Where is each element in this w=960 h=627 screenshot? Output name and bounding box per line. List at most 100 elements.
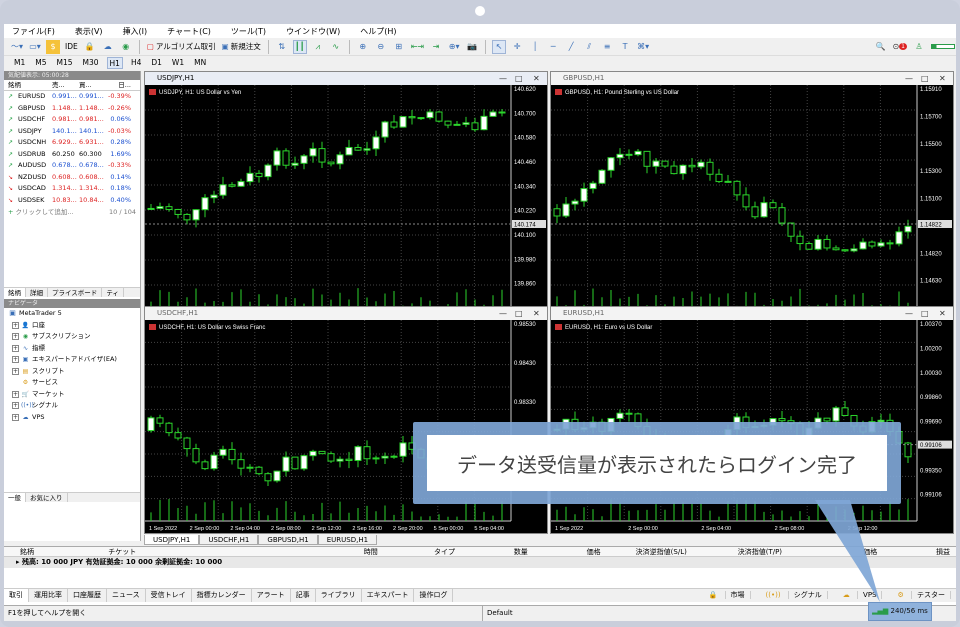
chart-titlebar[interactable]: USDCHF,H1 — [145, 307, 547, 320]
maximize-icon[interactable]: □ — [515, 307, 523, 320]
menu-item[interactable]: ファイル(F) — [12, 26, 55, 37]
expand-icon[interactable]: + — [12, 333, 19, 341]
menu-item[interactable]: チャート(C) — [167, 26, 211, 37]
screenshot-icon[interactable]: 📷 — [465, 40, 479, 54]
chart-tab[interactable]: USDJPY,H1 — [144, 535, 200, 545]
ide-button[interactable]: IDE — [64, 40, 79, 54]
maximize-icon[interactable]: □ — [921, 307, 929, 320]
toolbox-right-tester[interactable]: ⚙ テスター — [887, 589, 956, 602]
toolbox-right-vps[interactable]: ☁ VPS — [833, 589, 888, 602]
mw-tab[interactable]: プライスボード — [48, 288, 103, 297]
toolbox-tab[interactable]: 指標カレンダー — [192, 589, 252, 602]
mw-tab[interactable]: 銘柄 — [4, 288, 26, 297]
grid-icon[interactable]: ⊞ — [392, 40, 406, 54]
trendline-icon[interactable]: ╱ — [564, 40, 578, 54]
close-icon[interactable]: ✕ — [533, 307, 540, 320]
nav-item[interactable]: + ∿ 指標 — [4, 343, 140, 355]
expand-icon[interactable]: + — [12, 402, 19, 410]
vertical-line-icon[interactable]: │ — [528, 40, 542, 54]
toolbox-col[interactable]: 価格 — [788, 547, 883, 556]
timeframe-m5[interactable]: M5 — [33, 57, 48, 69]
minimize-icon[interactable]: — — [499, 72, 507, 85]
cursor-icon[interactable]: ↖ — [492, 39, 507, 54]
nav-item[interactable]: ⚙ サービス — [4, 377, 140, 389]
expand-icon[interactable]: + — [12, 321, 19, 329]
chart-window-gbpusd[interactable]: GBPUSD,H1— □ ✕ GBPUSD, H1: Pound Sterling v… — [550, 71, 954, 323]
menu-item[interactable]: ツール(T) — [231, 26, 266, 37]
timeframe-m30[interactable]: M30 — [81, 57, 101, 69]
chart-titlebar[interactable]: USDJPY,H1 — [145, 72, 547, 85]
nav-item[interactable]: + 👤 口座 — [4, 320, 140, 332]
zoom-out-icon[interactable]: ⊖ — [374, 40, 388, 54]
col-ask[interactable]: 買... — [79, 80, 106, 90]
market-watch-row[interactable]: ↘ NZDUSD 0.608... 0.608... 0.14% — [4, 172, 140, 184]
add-symbol-row[interactable]: + クリックして追加... 10 / 104 — [4, 206, 140, 218]
notification-icon[interactable]: ⊙ 1 — [891, 40, 908, 54]
nav-tab[interactable]: お気に入り — [26, 493, 68, 502]
toolbox-tab[interactable]: 受信トレイ — [146, 589, 192, 602]
profile-name[interactable]: Default — [482, 606, 513, 621]
col-bid[interactable]: 売... — [52, 80, 79, 90]
market-watch-row[interactable]: ↗ USDRUB 60.250 60.300 1.69% — [4, 149, 140, 161]
toolbox-col[interactable]: 時間 — [239, 547, 384, 556]
bar-chart-icon[interactable]: ┃┃ — [292, 39, 307, 54]
shift-icon[interactable]: ⇥ — [429, 40, 443, 54]
chart-tab[interactable]: EURUSD,H1 — [317, 535, 378, 545]
fibonacci-icon[interactable]: ≡ — [600, 40, 614, 54]
toolbox-tab[interactable]: 操作ログ — [414, 589, 454, 602]
dollar-icon[interactable]: $ — [46, 39, 61, 54]
candle-icon[interactable]: ⩘ — [311, 40, 325, 54]
market-watch-row[interactable]: ↗ GBPUSD 1.148... 1.148... -0.26% — [4, 103, 140, 115]
lock-icon[interactable]: 🔒 — [83, 40, 97, 54]
mw-tab[interactable]: 詳細 — [26, 288, 48, 297]
chart-tab[interactable]: GBPUSD,H1 — [258, 535, 318, 545]
nav-item[interactable]: + ▣ エキスパートアドバイザ(EA) — [4, 354, 140, 366]
add-symbol-label[interactable]: + クリックして追加... — [8, 206, 74, 218]
zoom-in-icon[interactable]: ⊕ — [356, 40, 370, 54]
toolbox-col[interactable]: 決済逆指値(S/L) — [607, 547, 693, 556]
expand-icon[interactable]: + — [12, 413, 19, 421]
market-watch-row[interactable]: ↘ USDSEK 10.83... 10.84... 0.40% — [4, 195, 140, 207]
market-watch-row[interactable]: ↘ USDCAD 1.314... 1.314... 0.18% — [4, 183, 140, 195]
close-icon[interactable]: ✕ — [533, 72, 540, 85]
crosshair-icon[interactable]: ✛ — [510, 40, 524, 54]
toolbox-tab[interactable]: アラート — [252, 589, 291, 602]
mw-tab[interactable]: ティ — [102, 288, 124, 297]
market-watch-row[interactable]: ↗ USDCHF 0.981... 0.981... 0.06% — [4, 114, 140, 126]
expand-icon[interactable]: + — [12, 367, 19, 375]
new-order-button[interactable]: ▣ 新規注文 — [221, 40, 262, 54]
search-icon[interactable]: 🔍 — [873, 40, 887, 54]
minimize-icon[interactable]: — — [905, 72, 913, 85]
channel-icon[interactable]: ⫽ — [582, 40, 596, 54]
toolbox-tab[interactable]: 取引 — [4, 589, 29, 602]
toolbox-tab[interactable]: 記事 — [291, 589, 316, 602]
close-icon[interactable]: ✕ — [939, 72, 946, 85]
close-icon[interactable]: ✕ — [939, 307, 946, 320]
price-plot[interactable]: GBPUSD, H1: Pound Sterling vs US Dollar 1… — [551, 85, 953, 322]
toolbox-col[interactable]: チケット — [104, 547, 239, 556]
nav-tab[interactable]: 一般 — [4, 493, 26, 502]
price-plot[interactable]: USDJPY, H1: US Dollar vs Yen 140.620 140.7… — [145, 85, 547, 322]
traffic-indicator[interactable]: ▂▄▆ 240/56 ms — [868, 602, 932, 621]
chart-window-usdjpy[interactable]: USDJPY,H1— □ ✕ USDJPY, H1: US Dollar vs Yen… — [144, 71, 548, 323]
horizontal-line-icon[interactable]: ─ — [546, 40, 560, 54]
expand-icon[interactable]: + — [12, 356, 19, 364]
timeframe-w1[interactable]: W1 — [170, 57, 186, 69]
timeframe-m1[interactable]: M1 — [12, 57, 27, 69]
toolbox-col[interactable]: タイプ — [384, 547, 461, 556]
line-chart-icon[interactable]: ∿ — [329, 40, 343, 54]
autoscroll-icon[interactable]: ⇤⇥ — [410, 40, 425, 54]
nav-item[interactable]: + ▤ スクリプト — [4, 366, 140, 378]
toolbox-col[interactable]: 決済指値(T/P) — [693, 547, 788, 556]
toolbox-tab[interactable]: ニュース — [107, 589, 146, 602]
toolbox-tab[interactable]: ライブラリ — [316, 589, 362, 602]
expand-icon[interactable]: + — [12, 344, 19, 352]
toolbox-col[interactable]: 価格 — [534, 547, 607, 556]
shapes-icon[interactable]: ⌘▾ — [636, 40, 650, 54]
expand-icon[interactable]: + — [12, 390, 19, 398]
timeframe-d1[interactable]: D1 — [149, 57, 164, 69]
toolbox-col[interactable]: 損益 — [883, 547, 956, 556]
menu-item[interactable]: ウインドウ(W) — [286, 26, 340, 37]
toolbox-right-market[interactable]: 🔒 市場 — [699, 589, 756, 602]
toolbox-tab[interactable]: 運用比率 — [29, 589, 68, 602]
